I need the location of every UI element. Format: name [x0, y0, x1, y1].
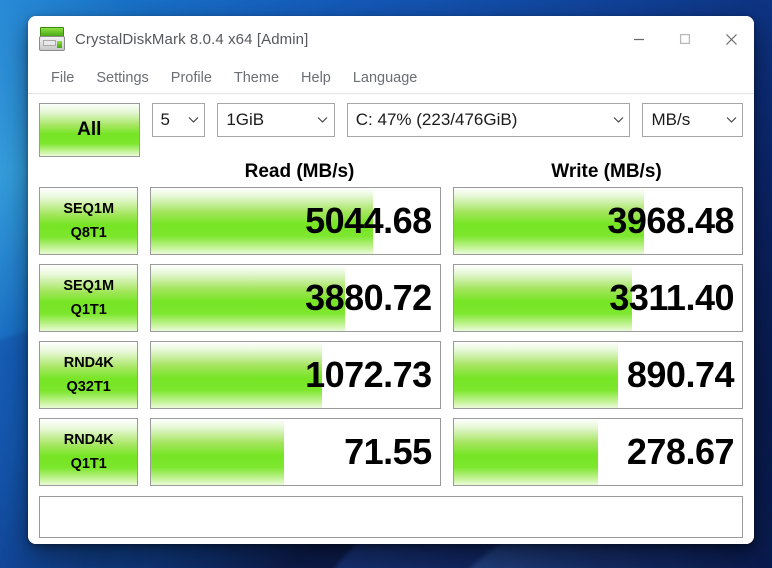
window-controls [616, 16, 754, 62]
test-label-seq1m-q1t1[interactable]: SEQ1M Q1T1 [39, 264, 139, 332]
write-gauge-rnd4k-q1t1: 278.67 [452, 418, 743, 486]
read-value: 3880.72 [305, 277, 432, 318]
table-row: SEQ1M Q1T1 3880.72 3311.40 [39, 264, 743, 332]
test-label-rnd4k-q32t1[interactable]: RND4K Q32T1 [39, 341, 139, 409]
test-label-seq1m-q8t1[interactable]: SEQ1M Q8T1 [39, 187, 139, 255]
drive-dropdown[interactable]: C: 47% (223/476GiB) [346, 103, 631, 137]
window-titlebar[interactable]: CrystalDiskMark 8.0.4 x64 [Admin] [28, 16, 754, 62]
table-row: RND4K Q1T1 71.55 278.67 [39, 418, 743, 486]
results-table: SEQ1M Q8T1 5044.68 3968.48 SEQ1M Q1T1 38… [39, 187, 743, 495]
test-name-line1: SEQ1M [63, 277, 115, 294]
minimize-icon [634, 38, 644, 41]
disk-drive-icon [39, 26, 65, 52]
menubar: File Settings Profile Theme Help Languag… [28, 62, 754, 94]
toolbar: All 5 1GiB C: 47% (223/476GiB) MB/s [39, 103, 744, 157]
read-value: 1072.73 [305, 354, 432, 395]
write-value: 3968.48 [607, 200, 734, 241]
write-gauge-seq1m-q8t1: 3968.48 [452, 187, 743, 255]
table-row: RND4K Q32T1 1072.73 890.74 [39, 341, 743, 409]
chevron-down-icon [720, 116, 742, 124]
write-value: 3311.40 [609, 277, 734, 318]
read-bar-fill [151, 342, 322, 408]
unit-dropdown[interactable]: MB/s [642, 103, 744, 137]
desktop-background: CrystalDiskMark 8.0.4 x64 [Admin] File S… [0, 0, 772, 568]
chevron-down-icon [312, 116, 334, 124]
read-gauge-seq1m-q1t1: 3880.72 [150, 264, 441, 332]
test-name-line2: Q8T1 [70, 224, 107, 241]
test-name-line1: SEQ1M [63, 200, 115, 217]
crystaldiskmark-window: CrystalDiskMark 8.0.4 x64 [Admin] File S… [28, 16, 754, 544]
read-column-header: Read (MB/s) [244, 161, 355, 182]
read-gauge-rnd4k-q1t1: 71.55 [150, 418, 441, 486]
test-name-line1: RND4K [63, 431, 114, 448]
maximize-icon [679, 33, 691, 45]
loops-value: 5 [160, 110, 171, 129]
chevron-down-icon [182, 116, 204, 124]
test-size-value: 1GiB [226, 110, 265, 129]
test-name-line2: Q1T1 [70, 455, 107, 472]
minimize-button[interactable] [616, 16, 662, 62]
read-bar-fill [151, 419, 285, 485]
chevron-down-icon [607, 116, 629, 124]
write-gauge-rnd4k-q32t1: 890.74 [452, 341, 743, 409]
write-bar-fill [453, 342, 619, 408]
test-label-rnd4k-q1t1[interactable]: RND4K Q1T1 [39, 418, 139, 486]
test-name-line1: RND4K [63, 354, 114, 371]
all-button[interactable]: All [39, 103, 140, 157]
test-name-line2: Q1T1 [70, 301, 107, 318]
read-value: 71.55 [344, 431, 432, 472]
menu-item-profile[interactable]: Profile [160, 67, 223, 89]
menu-item-help[interactable]: Help [290, 67, 342, 89]
table-row: SEQ1M Q8T1 5044.68 3968.48 [39, 187, 743, 255]
drive-value: C: 47% (223/476GiB) [355, 110, 518, 129]
read-gauge-rnd4k-q32t1: 1072.73 [150, 341, 441, 409]
read-gauge-seq1m-q8t1: 5044.68 [150, 187, 441, 255]
main-content: All 5 1GiB C: 47% (223/476GiB) MB/s Read… [28, 94, 754, 544]
loops-dropdown[interactable]: 5 [151, 103, 206, 137]
close-button[interactable] [708, 16, 754, 62]
menu-item-settings[interactable]: Settings [85, 67, 159, 89]
read-value: 5044.68 [305, 200, 432, 241]
test-size-dropdown[interactable]: 1GiB [217, 103, 335, 137]
maximize-button[interactable] [662, 16, 708, 62]
write-bar-fill [453, 265, 633, 331]
status-bar [39, 496, 743, 538]
close-icon [725, 33, 737, 45]
menu-item-language[interactable]: Language [342, 67, 429, 89]
menu-item-theme[interactable]: Theme [223, 67, 290, 89]
column-headers: Read (MB/s) Write (MB/s) [39, 157, 743, 187]
write-gauge-seq1m-q1t1: 3311.40 [452, 264, 743, 332]
test-name-line2: Q32T1 [66, 378, 111, 395]
write-value: 890.74 [626, 354, 735, 395]
unit-value: MB/s [651, 110, 691, 129]
window-title: CrystalDiskMark 8.0.4 x64 [Admin] [75, 30, 309, 48]
write-value: 278.67 [626, 431, 735, 472]
menu-item-file[interactable]: File [40, 67, 85, 89]
write-bar-fill [453, 419, 598, 485]
write-column-header: Write (MB/s) [551, 161, 662, 182]
